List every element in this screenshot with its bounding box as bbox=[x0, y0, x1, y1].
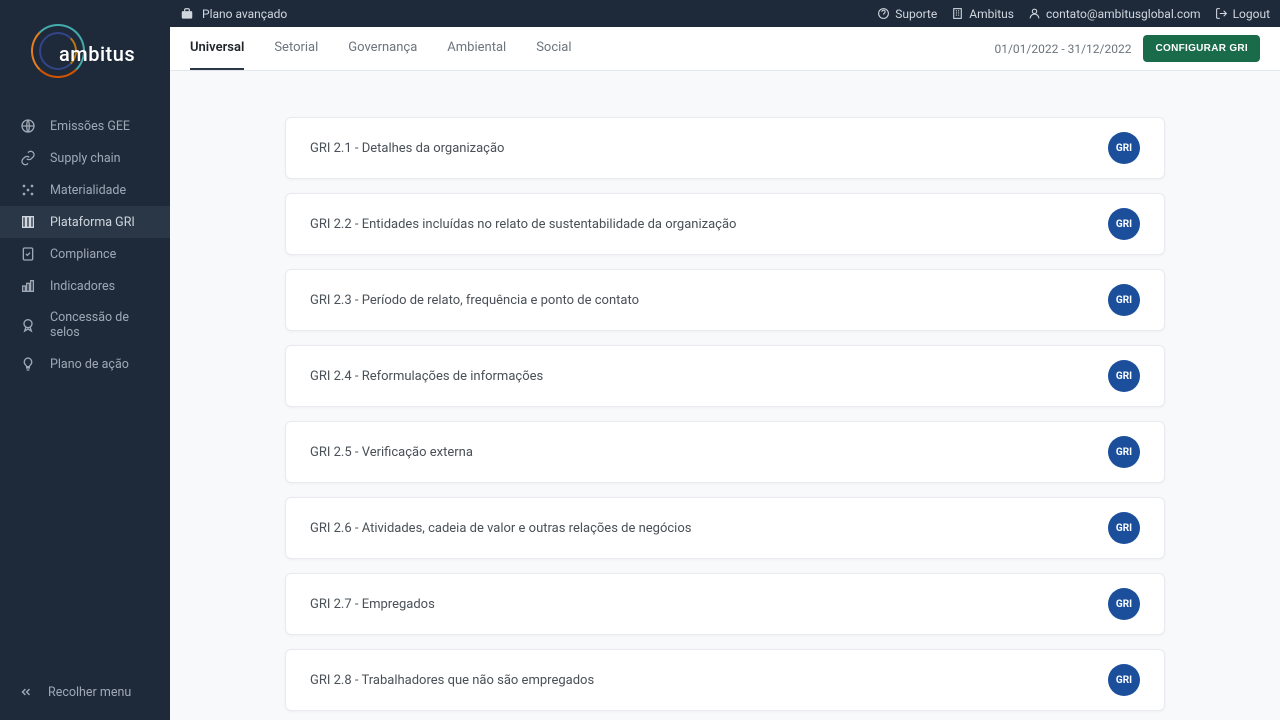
gri-badge: GRI bbox=[1108, 436, 1140, 468]
columns-icon bbox=[20, 214, 36, 230]
gri-card-title: GRI 2.3 - Período de relato, frequência … bbox=[310, 293, 639, 308]
sidebar-item-label: Concessão de selos bbox=[50, 310, 158, 340]
logo[interactable]: ambitus bbox=[0, 0, 170, 110]
building-icon bbox=[951, 7, 964, 20]
sidebar-item-emissoes[interactable]: Emissões GEE bbox=[0, 110, 170, 142]
logout-icon bbox=[1215, 7, 1228, 20]
gri-card[interactable]: GRI 2.5 - Verificação externa GRI bbox=[285, 421, 1165, 483]
sidebar-item-label: Emissões GEE bbox=[50, 119, 130, 134]
link-icon bbox=[20, 150, 36, 166]
company-link[interactable]: Ambitus bbox=[951, 7, 1014, 21]
collapse-menu-label: Recolher menu bbox=[48, 685, 131, 700]
user-icon bbox=[1028, 7, 1041, 20]
gri-badge: GRI bbox=[1108, 512, 1140, 544]
gri-card[interactable]: GRI 2.3 - Período de relato, frequência … bbox=[285, 269, 1165, 331]
help-icon bbox=[877, 7, 890, 20]
gri-card[interactable]: GRI 2.2 - Entidades incluídas no relato … bbox=[285, 193, 1165, 255]
globe-icon bbox=[20, 118, 36, 134]
gri-card-title: GRI 2.2 - Entidades incluídas no relato … bbox=[310, 217, 736, 232]
contact-link[interactable]: contato@ambitusglobal.com bbox=[1028, 7, 1201, 21]
support-label: Suporte bbox=[895, 7, 937, 21]
sidebar-item-compliance[interactable]: Compliance bbox=[0, 238, 170, 270]
tab-universal[interactable]: Universal bbox=[190, 27, 244, 70]
sidebar-nav: Emissões GEE Supply chain Materialidade … bbox=[0, 110, 170, 672]
sidebar-item-label: Supply chain bbox=[50, 151, 121, 166]
support-link[interactable]: Suporte bbox=[877, 7, 937, 21]
brand-name: ambitus bbox=[59, 42, 135, 66]
gri-card-title: GRI 2.1 - Detalhes da organização bbox=[310, 141, 504, 156]
gri-card-title: GRI 2.5 - Verificação externa bbox=[310, 445, 473, 460]
chevrons-left-icon bbox=[18, 684, 34, 700]
sidebar-item-indicadores[interactable]: Indicadores bbox=[0, 270, 170, 302]
tab-social[interactable]: Social bbox=[536, 27, 571, 70]
logout-link[interactable]: Logout bbox=[1215, 7, 1270, 21]
topbar-left: Plano avançado bbox=[180, 7, 287, 21]
dots-icon bbox=[20, 182, 36, 198]
content-area: GRI 2.1 - Detalhes da organização GRI GR… bbox=[170, 71, 1280, 720]
lightbulb-icon bbox=[20, 356, 36, 372]
gri-card[interactable]: GRI 2.1 - Detalhes da organização GRI bbox=[285, 117, 1165, 179]
tabs: Universal Setorial Governança Ambiental … bbox=[190, 27, 994, 70]
gri-card-title: GRI 2.8 - Trabalhadores que não são empr… bbox=[310, 673, 594, 688]
collapse-menu-button[interactable]: Recolher menu bbox=[0, 672, 170, 712]
date-range[interactable]: 01/01/2022 - 31/12/2022 bbox=[994, 42, 1131, 56]
sidebar-item-plano-acao[interactable]: Plano de ação bbox=[0, 348, 170, 380]
gri-card-list: GRI 2.1 - Detalhes da organização GRI GR… bbox=[285, 117, 1165, 720]
contact-label: contato@ambitusglobal.com bbox=[1046, 7, 1201, 21]
tab-setorial[interactable]: Setorial bbox=[274, 27, 318, 70]
gri-card[interactable]: GRI 2.4 - Reformulações de informações G… bbox=[285, 345, 1165, 407]
sidebar-item-label: Indicadores bbox=[50, 279, 115, 294]
sidebar-item-label: Materialidade bbox=[50, 183, 126, 198]
chart-bar-icon bbox=[20, 278, 36, 294]
company-label: Ambitus bbox=[969, 7, 1014, 21]
gri-badge: GRI bbox=[1108, 664, 1140, 696]
sidebar-item-plataforma-gri[interactable]: Plataforma GRI bbox=[0, 206, 170, 238]
topbar: Plano avançado Suporte Ambitus contato@a… bbox=[170, 0, 1280, 27]
sidebar-item-label: Plataforma GRI bbox=[50, 215, 135, 230]
gri-badge: GRI bbox=[1108, 208, 1140, 240]
tab-ambiental[interactable]: Ambiental bbox=[447, 27, 506, 70]
tab-governanca[interactable]: Governança bbox=[348, 27, 417, 70]
sidebar-item-label: Compliance bbox=[50, 247, 116, 262]
tab-bar-right: 01/01/2022 - 31/12/2022 CONFIGURAR GRI bbox=[994, 27, 1260, 70]
plan-label: Plano avançado bbox=[202, 7, 287, 21]
briefcase-icon bbox=[180, 7, 194, 21]
sidebar-item-materialidade[interactable]: Materialidade bbox=[0, 174, 170, 206]
sidebar-item-concessao-selos[interactable]: Concessão de selos bbox=[0, 302, 170, 348]
gri-card[interactable]: GRI 2.7 - Empregados GRI bbox=[285, 573, 1165, 635]
logout-label: Logout bbox=[1233, 7, 1270, 21]
gri-card[interactable]: GRI 2.8 - Trabalhadores que não são empr… bbox=[285, 649, 1165, 711]
gri-badge: GRI bbox=[1108, 132, 1140, 164]
document-check-icon bbox=[20, 246, 36, 262]
badge-icon bbox=[20, 317, 36, 333]
gri-card-title: GRI 2.4 - Reformulações de informações bbox=[310, 369, 543, 384]
gri-card-title: GRI 2.7 - Empregados bbox=[310, 597, 435, 612]
topbar-right: Suporte Ambitus contato@ambitusglobal.co… bbox=[877, 7, 1270, 21]
configure-gri-button[interactable]: CONFIGURAR GRI bbox=[1143, 35, 1260, 62]
gri-card[interactable]: GRI 2.6 - Atividades, cadeia de valor e … bbox=[285, 497, 1165, 559]
gri-badge: GRI bbox=[1108, 360, 1140, 392]
sidebar-item-label: Plano de ação bbox=[50, 357, 129, 372]
sidebar-item-supply-chain[interactable]: Supply chain bbox=[0, 142, 170, 174]
gri-badge: GRI bbox=[1108, 284, 1140, 316]
gri-badge: GRI bbox=[1108, 588, 1140, 620]
main: Plano avançado Suporte Ambitus contato@a… bbox=[170, 0, 1280, 720]
sidebar: ambitus Emissões GEE Supply chain Materi… bbox=[0, 0, 170, 720]
gri-card-title: GRI 2.6 - Atividades, cadeia de valor e … bbox=[310, 521, 691, 536]
tab-bar: Universal Setorial Governança Ambiental … bbox=[170, 27, 1280, 71]
